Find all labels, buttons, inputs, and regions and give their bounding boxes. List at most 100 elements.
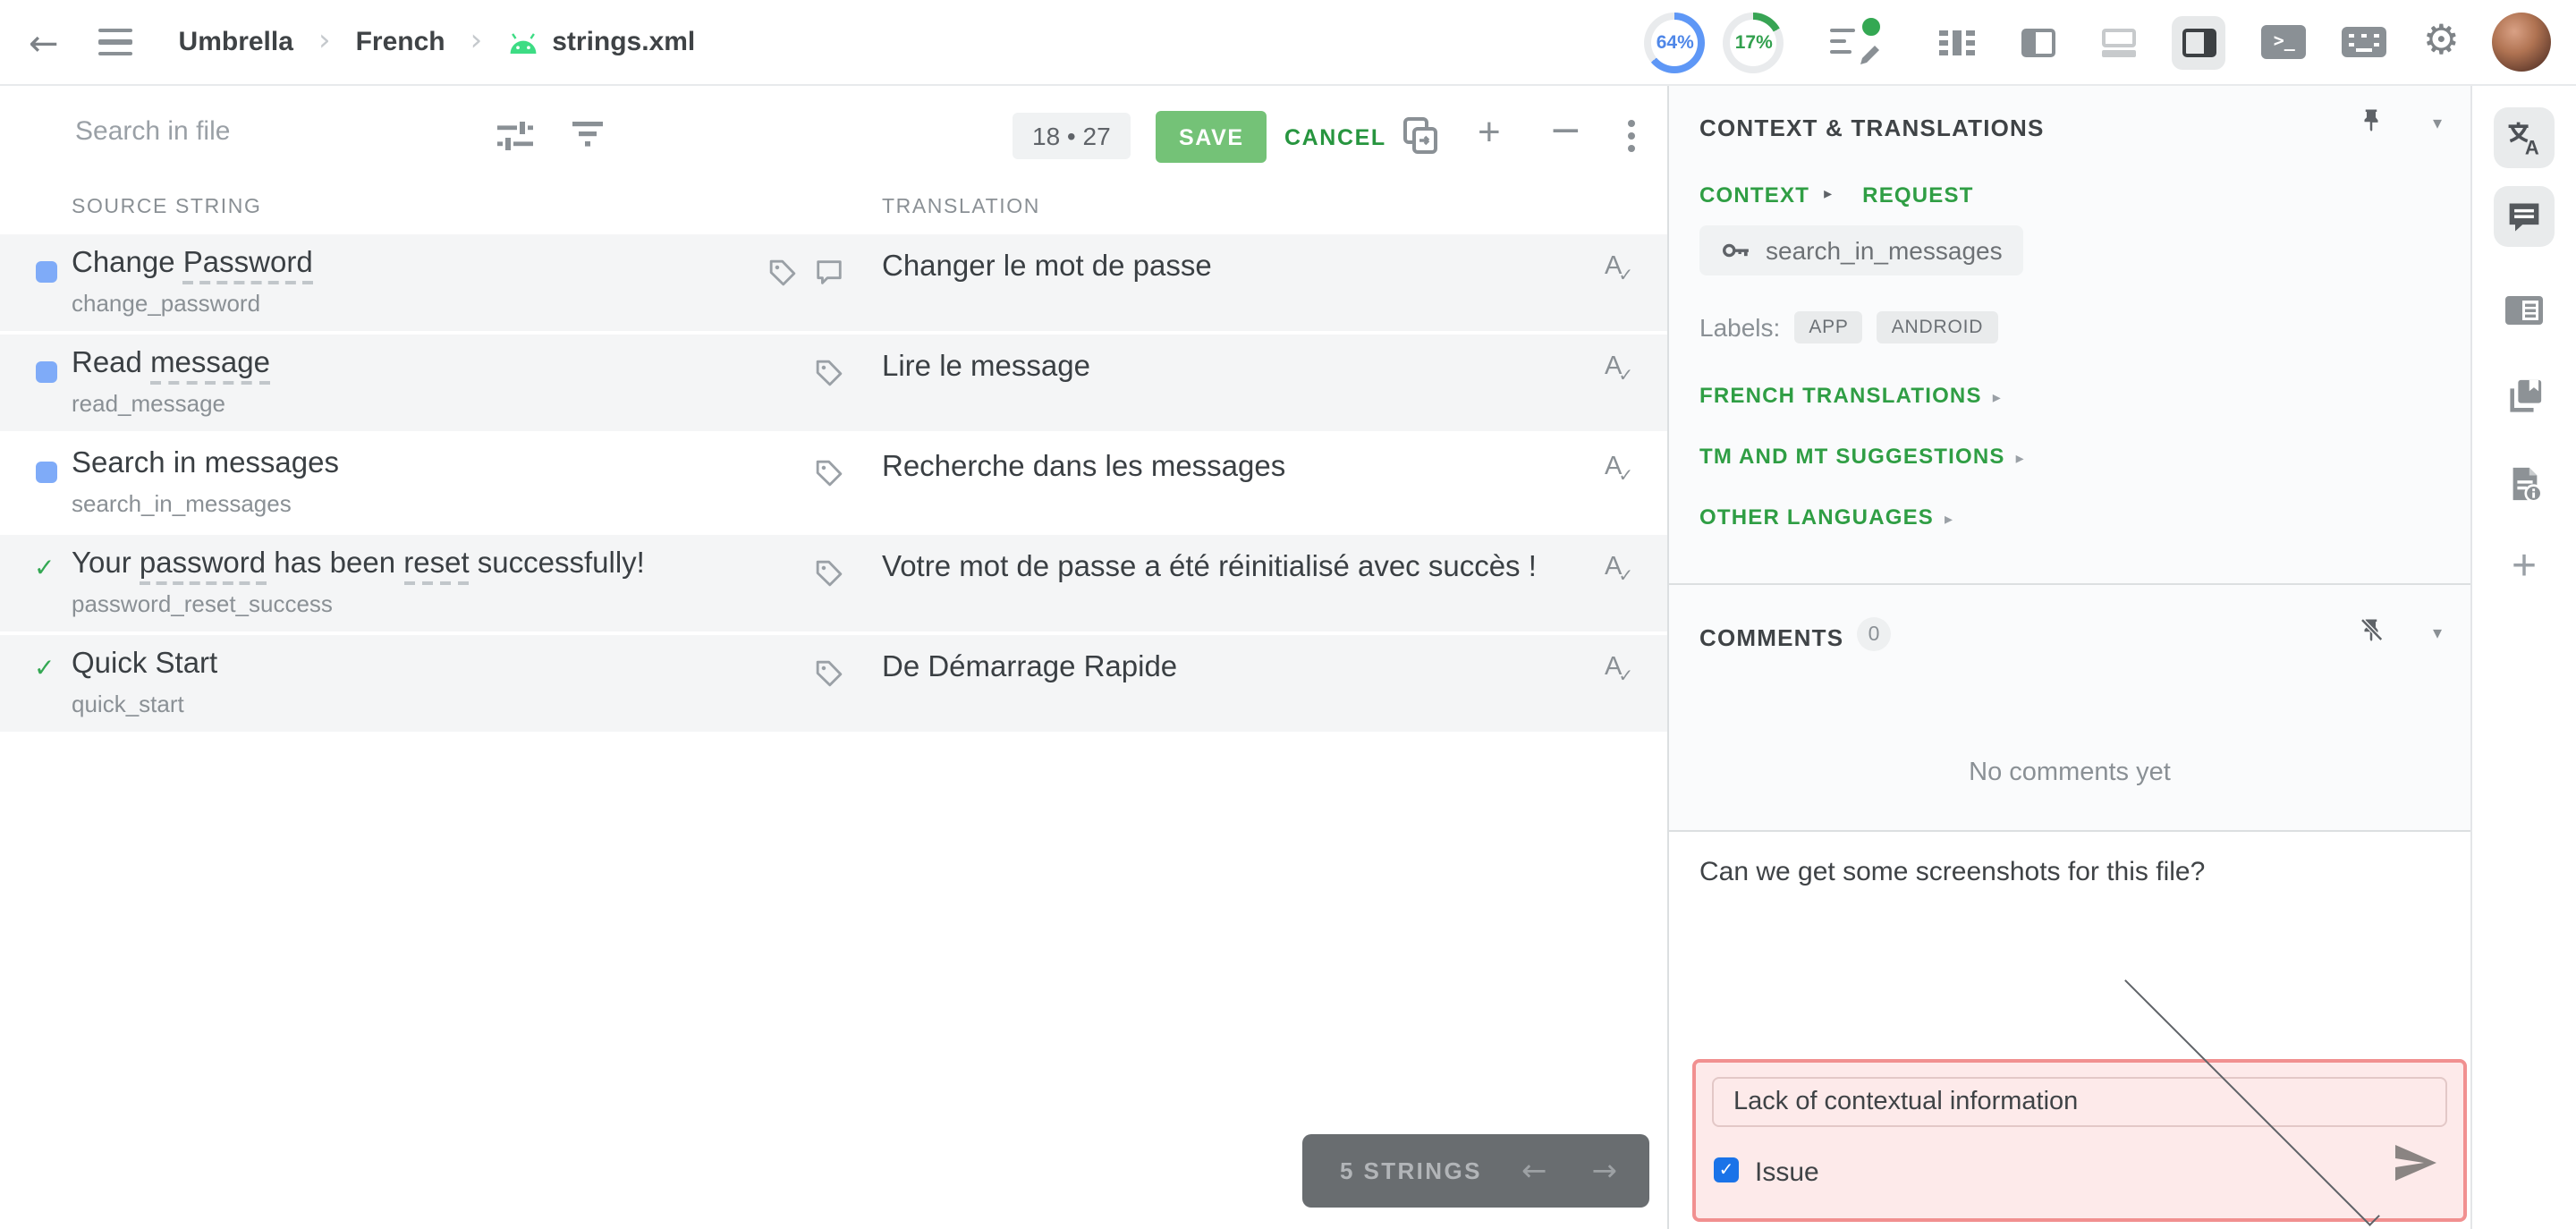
filter-icon[interactable]: [572, 120, 603, 148]
rail-comments-icon[interactable]: [2494, 186, 2555, 247]
issue-type-select[interactable]: Lack of contextual information: [1712, 970, 2447, 1226]
back-icon[interactable]: ←: [29, 21, 59, 64]
send-comment-icon[interactable]: [2392, 1143, 2438, 1191]
context-panel: CONTEXT & TRANSLATIONS ▾ CONTEXT ▸ REQUE…: [1669, 86, 2470, 1229]
search-options-icon[interactable]: [497, 120, 533, 152]
view-mode-switcher: [1931, 15, 2226, 69]
string-row-password_reset_success[interactable]: ✓ Your password has been reset successful…: [0, 535, 1667, 635]
translation-text[interactable]: De Démarrage Rapide: [882, 651, 1177, 685]
comments-count-badge: 0: [1857, 617, 1891, 651]
breadcrumb-file[interactable]: strings.xml: [552, 27, 695, 57]
rail-file-info-icon[interactable]: [2505, 465, 2543, 503]
issue-form: Lack of contextual information ✓ Issue: [1692, 970, 2467, 1226]
next-page-icon[interactable]: →: [1592, 1153, 1618, 1189]
untranslated-status-icon: [36, 361, 57, 383]
rail-add-panel-icon[interactable]: +: [2512, 542, 2537, 592]
comments-caret-icon[interactable]: ▾: [2433, 624, 2442, 644]
string-row-search_in_messages[interactable]: Search in messages search_in_messages Rech…: [0, 435, 1667, 535]
copy-source-icon[interactable]: [1402, 116, 1438, 156]
settings-gear-icon[interactable]: ⚙: [2423, 21, 2460, 63]
cancel-button[interactable]: CANCEL: [1274, 123, 1397, 152]
labels-caption: Labels:: [1699, 313, 1781, 342]
chevron-down-icon: [2124, 970, 2380, 1226]
string-row-change_password[interactable]: Change Password change_password Changer le…: [0, 234, 1667, 335]
view-right-panel-icon[interactable]: [2172, 15, 2226, 69]
strings-count-label: 5 STRINGS: [1340, 1157, 1482, 1184]
proofread-icon[interactable]: A✓: [1605, 553, 1637, 587]
source-string-text: Quick Start: [72, 648, 218, 680]
previous-page-icon[interactable]: ←: [1521, 1153, 1547, 1189]
section-divider: [1669, 583, 2470, 585]
link-other-languages[interactable]: OTHER LANGUAGES ▸: [1699, 504, 1953, 530]
tab-context[interactable]: CONTEXT: [1699, 182, 1809, 208]
link-french-translations[interactable]: FRENCH TRANSLATIONS ▸: [1699, 383, 2002, 408]
comment-compose-area: Can we get some screenshots for this fil…: [1669, 832, 2470, 1229]
proofreading-mode-icon[interactable]: [1830, 13, 1885, 64]
approved-progress-ring[interactable]: 17%: [1723, 12, 1784, 72]
view-side-by-side-icon[interactable]: [2012, 15, 2065, 69]
zoom-out-icon[interactable]: −: [1549, 109, 1582, 154]
zoom-in-icon[interactable]: +: [1478, 109, 1501, 156]
collapse-caret-icon[interactable]: ▾: [2433, 114, 2442, 134]
translation-text[interactable]: Changer le mot de passe: [882, 250, 1212, 284]
unpin-icon[interactable]: [2358, 617, 2385, 653]
breadcrumb-project[interactable]: Umbrella: [179, 27, 293, 57]
string-key: change_password: [72, 290, 261, 317]
keyboard-shortcuts-icon[interactable]: [2342, 27, 2387, 57]
source-string-text: Read message: [72, 347, 270, 385]
side-rail: A +: [2470, 86, 2576, 1229]
approved-check-icon: ✓: [34, 555, 55, 583]
translation-text[interactable]: Recherche dans les messages: [882, 451, 1285, 485]
proofread-icon[interactable]: A✓: [1605, 653, 1637, 687]
chevron-right-icon: ▸: [1992, 390, 2002, 408]
string-row-quick_start[interactable]: ✓ Quick Start quick_start De Démarrage Rapi…: [0, 635, 1667, 735]
tag-icon[interactable]: [814, 558, 844, 589]
pin-icon[interactable]: [2358, 107, 2385, 143]
breadcrumb-separator: ›: [318, 22, 331, 58]
label-badge: APP: [1794, 311, 1863, 343]
pencil-icon: [1860, 45, 1880, 64]
menu-icon[interactable]: [97, 28, 132, 56]
source-string-text: Search in messages: [72, 447, 339, 479]
proofread-icon[interactable]: A✓: [1605, 252, 1637, 286]
save-button[interactable]: SAVE: [1156, 111, 1267, 163]
tag-icon[interactable]: [814, 458, 844, 488]
string-key-pill[interactable]: search_in_messages: [1699, 225, 2024, 275]
link-tm-mt-suggestions[interactable]: TM AND MT SUGGESTIONS ▸: [1699, 444, 2025, 469]
search-input[interactable]: [72, 114, 472, 148]
issue-checkbox[interactable]: ✓: [1714, 1157, 1739, 1182]
comments-title: COMMENTS: [1699, 624, 1844, 651]
tab-request[interactable]: REQUEST: [1862, 182, 1973, 208]
untranslated-status-icon: [36, 261, 57, 283]
source-column-header: SOURCE STRING: [72, 197, 262, 218]
string-row-read_message[interactable]: Read message read_message Lire le message A…: [0, 335, 1667, 435]
translation-text[interactable]: Lire le message: [882, 351, 1090, 385]
labels-row: Labels: APP ANDROID: [1699, 311, 1998, 343]
rail-tm-entry-icon[interactable]: [2504, 295, 2544, 326]
comment-draft-text[interactable]: Can we get some screenshots for this fil…: [1699, 857, 2435, 887]
approved-check-icon: ✓: [34, 655, 55, 683]
tag-icon[interactable]: [767, 258, 798, 288]
rail-glossary-icon[interactable]: [2505, 377, 2543, 415]
string-key: read_message: [72, 390, 225, 417]
translated-progress-ring[interactable]: 64%: [1644, 12, 1706, 72]
proofread-icon[interactable]: A✓: [1605, 453, 1637, 487]
tag-icon[interactable]: [814, 358, 844, 388]
view-comfortable-icon[interactable]: [1931, 15, 1985, 69]
source-string-text: Change Password: [72, 247, 313, 284]
rail-translations-icon[interactable]: A: [2494, 107, 2555, 168]
string-position-counter: 18 • 27: [1013, 113, 1131, 159]
user-avatar[interactable]: [2492, 13, 2551, 72]
more-options-icon[interactable]: [1628, 120, 1635, 152]
string-key-text: search_in_messages: [1766, 236, 2003, 265]
issue-type-value: Lack of contextual information: [1733, 1088, 2079, 1116]
breadcrumb-language[interactable]: French: [356, 27, 445, 57]
proofread-icon[interactable]: A✓: [1605, 352, 1637, 386]
console-icon[interactable]: >_: [2261, 25, 2307, 59]
android-icon: [509, 33, 536, 55]
translation-text[interactable]: Votre mot de passe a été réinitialisé av…: [882, 551, 1537, 585]
comment-bubble-icon[interactable]: [814, 258, 844, 288]
tag-icon[interactable]: [814, 658, 844, 689]
label-badge: ANDROID: [1877, 311, 1998, 343]
view-bottom-panel-icon[interactable]: [2092, 15, 2146, 69]
